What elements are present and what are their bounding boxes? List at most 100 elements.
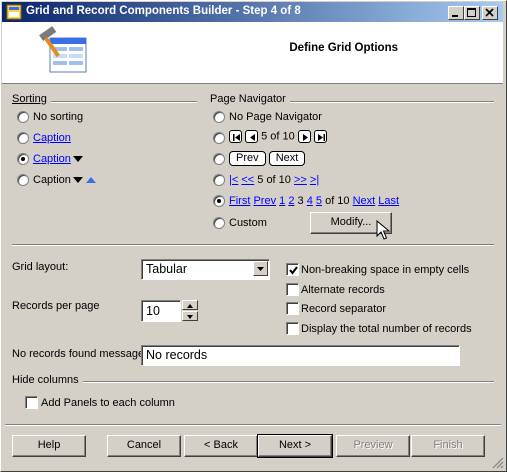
- sort-caption-both-radio[interactable]: [17, 174, 29, 186]
- nav-custom-label: Custom: [229, 217, 267, 229]
- nav-full-prev: Prev: [253, 195, 277, 207]
- sort-caption-link-label[interactable]: Caption: [33, 132, 71, 144]
- section-divider: [12, 244, 494, 246]
- back-button-label: < Back: [204, 439, 238, 451]
- nav-icons-radio[interactable]: [213, 132, 225, 144]
- help-button-label: Help: [37, 439, 61, 451]
- sort-desc-arrow-icon: [72, 156, 83, 163]
- sort-caption-arrow-radio[interactable]: [17, 153, 29, 165]
- nav-full-page: 4: [306, 195, 313, 207]
- minimize-icon: [452, 15, 458, 17]
- title-bar: Grid and Record Components Builder - Ste…: [2, 2, 503, 22]
- sort-caption-both-label: Caption: [33, 174, 71, 186]
- nav-full-option: First Prev 1 2 3 4 5 of 10 Next Last: [229, 195, 399, 207]
- add-panels-checkbox[interactable]: [25, 396, 38, 409]
- wizard-grid-icon: [39, 26, 87, 73]
- nav-none-radio[interactable]: [213, 111, 225, 123]
- grid-layout-dropdown-button[interactable]: [253, 261, 268, 276]
- add-panels-label: Add Panels to each column: [41, 397, 175, 409]
- nav-full-current-page: 3: [297, 195, 304, 207]
- nav-prev-pill: Prev: [229, 151, 266, 166]
- nav-link-first: |<: [229, 174, 239, 186]
- nav-link-prev: <<: [241, 174, 255, 186]
- nav-custom-radio[interactable]: [213, 217, 225, 229]
- record-separator-label: Record separator: [301, 303, 386, 315]
- no-records-value: No records: [146, 348, 208, 362]
- spin-up-icon: [187, 304, 193, 308]
- window-title: Grid and Record Components Builder - Ste…: [26, 5, 301, 17]
- nav-full-page: 2: [288, 195, 295, 207]
- spin-up-button[interactable]: [182, 300, 198, 310]
- nav-icons-option: 5 of 10: [229, 130, 327, 143]
- prev-page-icon: [245, 130, 259, 143]
- sort-caption-arrow-option: Caption: [33, 153, 83, 165]
- resize-grip-icon[interactable]: [491, 456, 504, 469]
- nav-full-page: 1: [279, 195, 286, 207]
- nav-full-next: Next: [352, 195, 376, 207]
- records-per-page-input[interactable]: 10: [141, 300, 181, 322]
- sort-caption-link-radio[interactable]: [17, 132, 29, 144]
- nav-next-pill: Next: [268, 151, 306, 166]
- alternate-records-checkbox[interactable]: [286, 283, 299, 296]
- hide-columns-label: Hide columns: [12, 374, 83, 386]
- sort-desc-arrow-icon: [72, 177, 83, 184]
- alternate-records-label: Alternate records: [301, 284, 385, 296]
- sort-caption-arrow-label[interactable]: Caption: [33, 153, 71, 165]
- grid-layout-select[interactable]: Tabular: [141, 259, 270, 280]
- nav-links-radio[interactable]: [213, 174, 225, 186]
- app-icon: [6, 4, 22, 20]
- sort-asc-arrow-icon: [85, 177, 96, 184]
- close-icon: [485, 8, 494, 17]
- next-button[interactable]: Next >: [257, 434, 333, 458]
- maximize-button[interactable]: [464, 6, 480, 20]
- sort-none-radio[interactable]: [17, 111, 29, 123]
- nav-none-label: No Page Navigator: [229, 111, 322, 123]
- close-button[interactable]: [482, 6, 498, 20]
- nav-links-option: |< << 5 of 10 >> >|: [229, 174, 319, 186]
- finish-button[interactable]: Finish: [411, 435, 485, 457]
- nav-full-last: Last: [378, 195, 400, 207]
- cancel-button-label: Cancel: [126, 439, 162, 451]
- page-title: Define Grid Options: [289, 42, 398, 54]
- maximize-icon: [467, 8, 476, 17]
- hide-columns-divider: [12, 381, 494, 383]
- nav-buttons-radio[interactable]: [213, 153, 225, 165]
- cancel-button[interactable]: Cancel: [107, 435, 181, 457]
- checkmark-icon: [289, 266, 298, 275]
- first-page-icon: [229, 130, 242, 143]
- preview-button-label: Preview: [353, 439, 393, 451]
- last-page-icon: [313, 130, 327, 143]
- minimize-button[interactable]: [448, 6, 464, 20]
- help-button[interactable]: Help: [12, 435, 86, 457]
- nbsp-label: Non-breaking space in empty cells: [301, 264, 470, 276]
- sort-none-label: No sorting: [33, 111, 84, 123]
- grid-layout-value: Tabular: [146, 262, 187, 276]
- nav-full-radio[interactable]: [213, 195, 225, 207]
- back-button[interactable]: < Back: [184, 435, 258, 457]
- nav-full-page: 5: [315, 195, 323, 207]
- sorting-group-label: Sorting: [12, 93, 51, 105]
- finish-button-label: Finish: [433, 439, 463, 451]
- no-records-input[interactable]: No records: [141, 345, 460, 366]
- total-records-label: Display the total number of records: [301, 323, 472, 335]
- chevron-down-icon: [257, 267, 264, 271]
- nbsp-checkbox[interactable]: [286, 263, 299, 276]
- records-per-page-value: 10: [146, 304, 160, 318]
- nav-links-text: 5 of 10: [257, 174, 291, 186]
- nav-icons-text: 5 of 10: [261, 130, 295, 143]
- total-records-checkbox[interactable]: [286, 322, 299, 335]
- navigator-group-label: Page Navigator: [210, 93, 290, 105]
- nav-full-of: of 10: [325, 195, 350, 207]
- record-separator-checkbox[interactable]: [286, 302, 299, 315]
- no-records-label: No records found message: [12, 348, 145, 360]
- spin-down-button[interactable]: [182, 311, 198, 321]
- sort-caption-both-option: Caption: [33, 174, 96, 186]
- nav-link-next: >>: [293, 174, 307, 186]
- mouse-cursor-icon: [376, 220, 391, 240]
- next-page-icon: [297, 130, 311, 143]
- footer-divider: [5, 424, 501, 426]
- nav-link-last: >|: [309, 174, 320, 186]
- records-per-page-label: Records per page: [12, 300, 100, 312]
- preview-button[interactable]: Preview: [336, 435, 410, 457]
- modify-button-label: Modify...: [330, 216, 372, 228]
